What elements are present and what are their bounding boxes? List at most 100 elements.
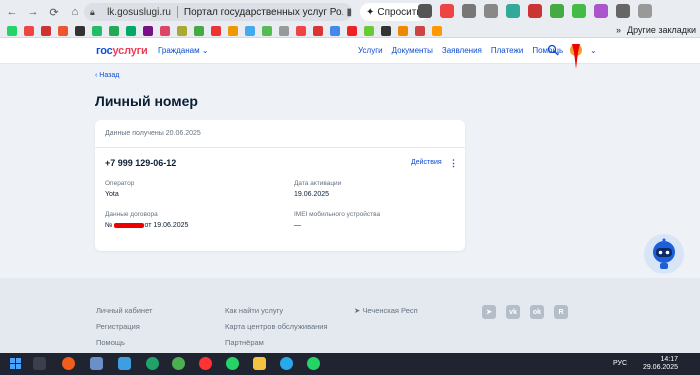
extension-icon[interactable] — [440, 4, 454, 18]
bookmark-icon[interactable] — [398, 25, 408, 36]
extension-icon[interactable] — [462, 4, 476, 18]
bookmark-icon[interactable] — [381, 25, 391, 36]
bookmark-icon[interactable]: ▮ — [347, 7, 353, 18]
bookmark-icon[interactable] — [58, 25, 68, 36]
bookmark-icon[interactable] — [92, 25, 102, 36]
imei-value: — — [294, 222, 301, 229]
bookmark-icon[interactable] — [245, 25, 255, 36]
bookmark-icon[interactable] — [228, 25, 238, 36]
telegram-icon[interactable] — [280, 357, 293, 370]
bookmark-icon[interactable] — [194, 25, 204, 36]
bookmark-icon[interactable] — [109, 25, 119, 36]
bookmark-icon[interactable] — [296, 25, 306, 36]
odnoklassniki-icon[interactable]: ok — [530, 305, 544, 319]
kebab-menu-icon[interactable]: ⋮ — [449, 158, 458, 169]
location-arrow-icon: ➤ — [354, 306, 361, 315]
youtube-bookmark-icon[interactable] — [347, 25, 357, 36]
extension-icon[interactable] — [528, 4, 542, 18]
bookmark-icon[interactable] — [313, 25, 323, 36]
bookmark-icon[interactable] — [24, 25, 34, 36]
search-icon[interactable] — [547, 44, 559, 56]
footer-link-partners[interactable]: Партнёрам — [225, 338, 264, 347]
home-icon[interactable]: ⌂ — [66, 3, 84, 21]
extension-icon[interactable] — [506, 4, 520, 18]
extensions-row — [418, 4, 652, 18]
actions-button[interactable]: Действия — [411, 159, 442, 166]
forward-icon[interactable]: → — [24, 3, 42, 21]
assistant-robot-icon[interactable] — [644, 234, 684, 274]
windows-start-icon[interactable] — [10, 358, 21, 369]
bookmark-icon[interactable] — [262, 25, 272, 36]
bookmark-icon[interactable] — [160, 25, 170, 36]
chevron-left-icon: ‹ — [95, 72, 98, 79]
bookmark-icon[interactable] — [279, 25, 289, 36]
reload-icon[interactable]: ⟳ — [45, 3, 63, 21]
activation-label: Дата активации — [294, 180, 342, 187]
torrent-icon[interactable] — [172, 357, 185, 370]
bookmark-icon[interactable] — [330, 25, 340, 36]
site-header: госуслуги Гражданам ⌄ Услуги Документы З… — [0, 38, 700, 64]
task-view-icon[interactable] — [33, 357, 46, 370]
whatsapp-icon[interactable] — [226, 357, 239, 370]
bookmark-icon[interactable] — [211, 25, 221, 36]
back-icon[interactable]: ← — [3, 3, 21, 21]
bookmark-icon[interactable] — [126, 25, 136, 36]
calculator-icon[interactable] — [90, 357, 103, 370]
imei-label: IMEI мобильного устройства — [294, 211, 381, 218]
file-explorer-icon[interactable] — [253, 357, 266, 370]
whatsapp-bookmark-icon[interactable] — [7, 25, 17, 36]
red-annotation-mark — [572, 44, 580, 69]
windows-taskbar: РУС 14:17 29.06.2025 — [0, 353, 700, 375]
other-bookmarks[interactable]: Другие закладки — [627, 25, 696, 35]
extension-icon[interactable] — [638, 4, 652, 18]
gmail-bookmark-icon[interactable] — [415, 25, 425, 36]
nav-services[interactable]: Услуги — [358, 46, 383, 55]
firefox-icon[interactable] — [62, 357, 75, 370]
bookmark-icon[interactable] — [364, 25, 374, 36]
extension-icon[interactable] — [594, 4, 608, 18]
main-nav: Услуги Документы Заявления Платежи Помощ… — [358, 46, 563, 55]
bookmark-icon[interactable] — [41, 25, 51, 36]
nav-applications[interactable]: Заявления — [442, 46, 482, 55]
extension-icon[interactable] — [418, 4, 432, 18]
operator-value: Yota — [105, 191, 119, 198]
citizens-dropdown[interactable]: Гражданам ⌄ — [158, 46, 209, 55]
vk-icon[interactable]: vk — [506, 305, 520, 319]
yandex-browser-icon[interactable] — [199, 357, 212, 370]
footer-link-registration[interactable]: Регистрация — [96, 322, 140, 331]
chevron-down-icon[interactable]: ⌄ — [590, 46, 597, 55]
bookmark-icon[interactable] — [75, 25, 85, 36]
nav-payments[interactable]: Платежи — [491, 46, 523, 55]
back-link[interactable]: ‹ Назад — [95, 72, 119, 79]
rutube-icon[interactable]: R — [554, 305, 568, 319]
footer-link-find-service[interactable]: Как найти услугу — [225, 306, 283, 315]
extension-icon[interactable] — [572, 4, 586, 18]
store-icon[interactable] — [118, 357, 131, 370]
extension-icon[interactable] — [550, 4, 564, 18]
language-indicator[interactable]: РУС — [613, 360, 627, 367]
nav-documents[interactable]: Документы — [392, 46, 433, 55]
activation-value: 19.06.2025 — [294, 191, 330, 198]
redaction-mark — [113, 222, 144, 228]
telegram-icon[interactable]: ➤ — [482, 305, 496, 319]
bookmark-icon[interactable] — [143, 25, 153, 36]
extension-icon[interactable] — [616, 4, 630, 18]
phone-number-card: Данные получены 20.06.2025 +7 999 129-06… — [95, 120, 465, 251]
url-text: lk.gosuslugi.ru — [107, 6, 171, 18]
clock[interactable]: 14:17 29.06.2025 — [643, 356, 678, 372]
bookmarks-bar: » Другие закладки — [0, 24, 700, 38]
bookmark-icon[interactable] — [177, 25, 187, 36]
edge-icon[interactable] — [146, 357, 159, 370]
mail-bookmark-icon[interactable] — [432, 25, 442, 36]
lock-icon: 🔒︎ — [90, 6, 95, 17]
footer-link-service-centers[interactable]: Карта центров обслуживания — [225, 322, 328, 331]
extension-icon[interactable] — [484, 4, 498, 18]
address-bar[interactable]: 🔒︎ lk.gosuslugi.ru Портал государственны… — [84, 3, 352, 21]
footer-link-help[interactable]: Помощь — [96, 338, 125, 347]
more-bookmarks-icon[interactable]: » — [616, 25, 621, 35]
footer-link-account[interactable]: Личный кабинет — [96, 306, 152, 315]
contract-label: Данные договора — [105, 211, 158, 218]
region-selector[interactable]: ➤ Чеченская Респ — [354, 306, 418, 315]
whatsapp-icon[interactable] — [307, 357, 320, 370]
gosuslugi-logo[interactable]: госуслуги — [96, 45, 148, 57]
